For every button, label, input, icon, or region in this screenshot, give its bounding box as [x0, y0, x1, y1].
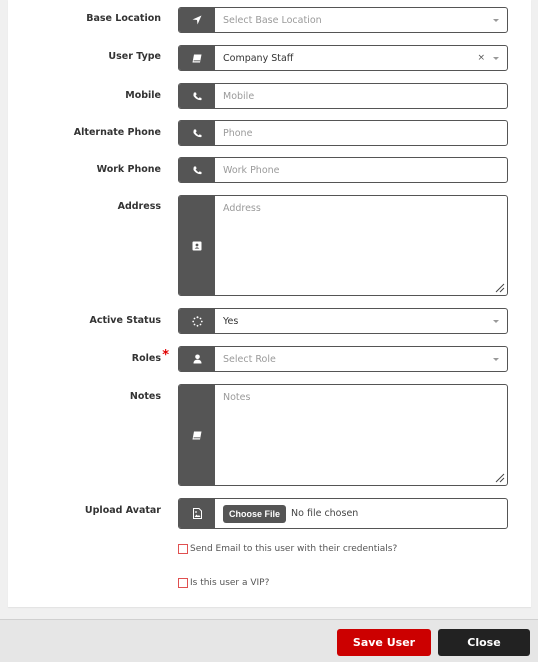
upload-avatar-label: Upload Avatar — [84, 505, 161, 516]
upload-avatar-field: Choose File No file chosen — [178, 498, 508, 529]
choose-file-button[interactable]: Choose File — [223, 504, 287, 523]
modal-footer: Save User Close — [0, 619, 538, 662]
phone-icon — [179, 121, 215, 145]
chevron-down-icon[interactable] — [493, 319, 499, 323]
notes-field — [178, 384, 508, 486]
roles-label-text: Roles — [131, 353, 161, 364]
book-icon — [179, 385, 215, 485]
alternate-phone-input[interactable] — [215, 121, 507, 145]
work-phone-field — [178, 157, 508, 183]
roles-placeholder: Select Role — [223, 353, 276, 365]
chevron-down-icon[interactable] — [493, 18, 499, 22]
base-location-placeholder: Select Base Location — [223, 14, 322, 26]
phone-icon — [179, 158, 215, 182]
notes-textarea[interactable] — [215, 385, 507, 485]
spinner-icon — [179, 309, 215, 333]
address-field — [178, 195, 508, 296]
clear-icon[interactable]: × — [477, 53, 485, 63]
vip-checkbox-row[interactable]: Is this user a VIP? — [178, 578, 269, 588]
active-status-label: Active Status — [89, 315, 161, 326]
address-textarea[interactable] — [215, 196, 507, 295]
send-email-checkbox[interactable] — [178, 544, 188, 554]
user-type-value: Company Staff — [223, 52, 294, 64]
send-email-label: Send Email to this user with their crede… — [190, 544, 398, 554]
required-marker: * — [162, 348, 169, 363]
chevron-down-icon[interactable] — [493, 56, 499, 60]
send-email-checkbox-row[interactable]: Send Email to this user with their crede… — [178, 544, 397, 554]
file-input[interactable]: Choose File No file chosen — [215, 499, 507, 528]
roles-select[interactable]: Select Role — [178, 346, 508, 372]
file-status-text: No file chosen — [291, 508, 359, 519]
phone-icon — [179, 84, 215, 108]
active-status-value: Yes — [223, 315, 239, 327]
roles-label: Roles * — [131, 348, 169, 364]
work-phone-label: Work Phone — [96, 164, 161, 175]
location-arrow-icon — [179, 8, 215, 32]
alternate-phone-field — [178, 120, 508, 146]
address-label: Address — [117, 201, 161, 212]
chevron-down-icon[interactable] — [493, 357, 499, 361]
base-location-label: Base Location — [86, 13, 161, 24]
resize-handle-icon[interactable] — [495, 283, 505, 293]
mobile-label: Mobile — [125, 90, 161, 101]
user-icon — [179, 347, 215, 371]
user-type-label: User Type — [108, 51, 161, 62]
vip-checkbox[interactable] — [178, 578, 188, 588]
base-location-select[interactable]: Select Base Location — [178, 7, 508, 33]
notes-label: Notes — [129, 391, 161, 402]
user-form-panel: Base Location Select Base Location User … — [8, 0, 531, 607]
mobile-input[interactable] — [215, 84, 507, 108]
resize-handle-icon[interactable] — [495, 473, 505, 483]
address-card-icon — [179, 196, 215, 295]
file-image-icon — [179, 499, 215, 528]
mobile-field — [178, 83, 508, 109]
book-icon — [179, 46, 215, 70]
alternate-phone-label: Alternate Phone — [73, 127, 161, 138]
work-phone-input[interactable] — [215, 158, 507, 182]
close-button[interactable]: Close — [438, 629, 530, 656]
user-type-select[interactable]: Company Staff × — [178, 45, 508, 71]
save-user-button[interactable]: Save User — [337, 629, 431, 656]
vip-label: Is this user a VIP? — [190, 578, 270, 588]
active-status-select[interactable]: Yes — [178, 308, 508, 334]
